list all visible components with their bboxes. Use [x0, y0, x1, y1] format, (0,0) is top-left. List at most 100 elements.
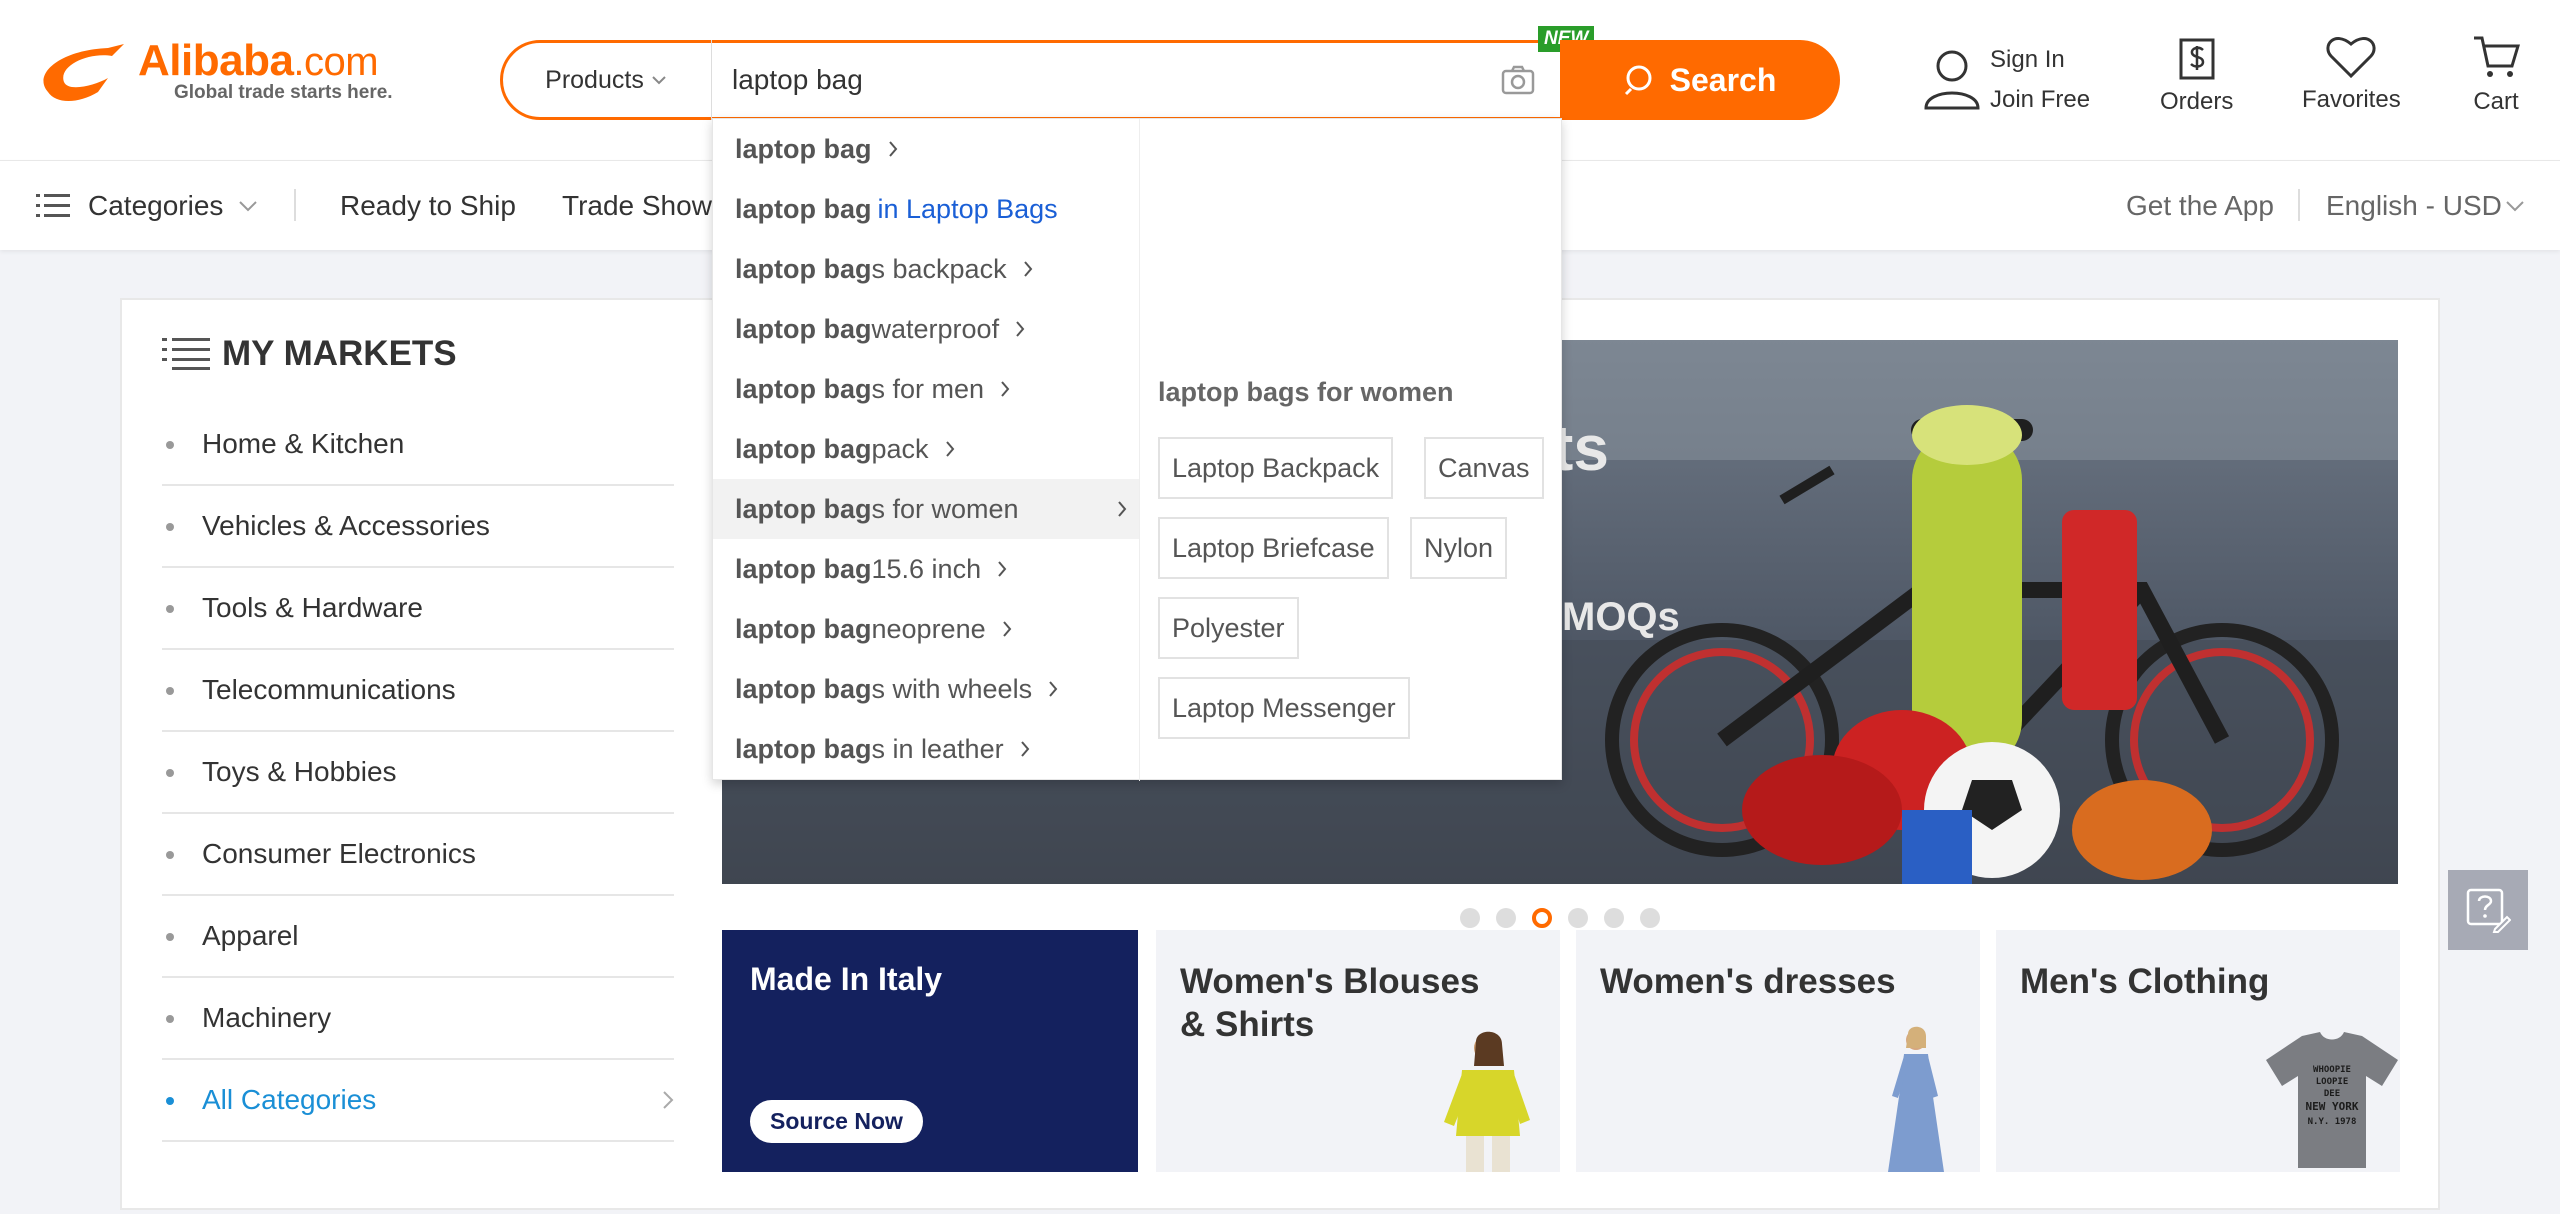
- keyword-chip[interactable]: Laptop Messenger: [1158, 677, 1410, 739]
- market-item-home-kitchen[interactable]: Home & Kitchen: [162, 404, 674, 486]
- tile-title: Men's Clothing: [2020, 962, 2270, 1001]
- search-button-label: Search: [1669, 61, 1777, 98]
- tile-title: Made In Italy: [750, 961, 943, 997]
- market-item-vehicles[interactable]: Vehicles & Accessories: [162, 486, 674, 568]
- chevron-right-icon: [1001, 381, 1010, 397]
- svg-text:LOOPIE: LOOPIE: [2316, 1077, 2349, 1087]
- account-area: Sign In Join Free: [1922, 40, 2102, 120]
- cart-icon: [2474, 36, 2520, 77]
- bullet: [166, 769, 174, 777]
- suggestion-item[interactable]: laptop bag 15.6 inch: [713, 539, 1139, 599]
- mens-clothing-tile[interactable]: Men's Clothing WHOOPIE LOOPIE DEE NEW YO…: [1996, 930, 2400, 1172]
- bullet: [166, 1015, 174, 1023]
- chevron-right-icon: [1049, 681, 1058, 697]
- tile-title: Women's dresses: [1600, 962, 1896, 1001]
- search-suggestions-dropdown: laptop bag laptop bag in Laptop Bags lapt…: [712, 118, 1563, 781]
- search-button[interactable]: Search: [1560, 40, 1840, 120]
- categories-button[interactable]: Categories: [36, 161, 258, 251]
- cart-link[interactable]: Cart: [2472, 34, 2520, 124]
- suggestion-item-in-category[interactable]: laptop bag in Laptop Bags: [713, 179, 1139, 239]
- market-item-label: Machinery: [202, 1002, 332, 1033]
- orders-label: Orders: [2160, 88, 2234, 115]
- carousel-dot-active[interactable]: [1532, 908, 1552, 928]
- carousel-dot[interactable]: [1568, 908, 1588, 928]
- market-item-tools[interactable]: Tools & Hardware: [162, 568, 674, 650]
- bullet: [166, 605, 174, 613]
- market-item-toys[interactable]: Toys & Hobbies: [162, 732, 674, 814]
- market-item-label: Telecommunications: [202, 674, 456, 705]
- market-item-apparel[interactable]: Apparel: [162, 896, 674, 978]
- my-markets-heading: MY MARKETS: [162, 334, 457, 374]
- camera-icon[interactable]: [1500, 62, 1536, 98]
- keyword-chip[interactable]: Canvas: [1424, 437, 1544, 499]
- svg-text:DEE: DEE: [2324, 1089, 2340, 1099]
- chevron-down-icon: [652, 76, 666, 85]
- market-item-electronics[interactable]: Consumer Electronics: [162, 814, 674, 896]
- carousel-dot[interactable]: [1460, 908, 1480, 928]
- nav-divider: [2298, 189, 2300, 221]
- market-item-telecom[interactable]: Telecommunications: [162, 650, 674, 732]
- search-category-label: Products: [545, 65, 644, 94]
- market-item-machinery[interactable]: Machinery: [162, 978, 674, 1060]
- chevron-right-icon: [1020, 741, 1029, 757]
- chevron-right-icon: [1016, 321, 1025, 337]
- keyword-chip[interactable]: Laptop Briefcase: [1158, 517, 1389, 579]
- source-now-button[interactable]: Source Now: [750, 1100, 923, 1143]
- suggestion-item[interactable]: laptop bag s for men: [713, 359, 1139, 419]
- alibaba-logo-mark: [43, 44, 124, 101]
- get-app-link[interactable]: Get the App: [2126, 161, 2274, 251]
- sign-in-link[interactable]: Sign In: [1990, 46, 2065, 74]
- help-edit-icon: [2466, 888, 2511, 933]
- all-categories-link[interactable]: All Categories: [162, 1060, 674, 1142]
- bullet: [166, 523, 174, 531]
- orders-link[interactable]: Orders: [2160, 34, 2233, 124]
- suggestion-item[interactable]: laptop bag s in leather: [713, 719, 1139, 779]
- search-input[interactable]: [712, 43, 1512, 117]
- markets-list: Home & Kitchen Vehicles & Accessories To…: [162, 404, 674, 1142]
- menu-list-icon: [36, 194, 70, 217]
- favorites-link[interactable]: Favorites: [2302, 34, 2401, 124]
- womens-blouses-tile[interactable]: Women's Blouses & Shirts: [1156, 930, 1560, 1172]
- womens-dresses-tile[interactable]: Women's dresses: [1576, 930, 1980, 1172]
- ready-to-ship-link[interactable]: Ready to Ship: [340, 161, 516, 251]
- keyword-chip[interactable]: Polyester: [1158, 597, 1299, 659]
- my-markets-title: MY MARKETS: [222, 334, 457, 373]
- trade-shows-link[interactable]: Trade Show: [562, 161, 712, 251]
- suggestion-item-hovered[interactable]: laptop bag s for women: [713, 479, 1139, 539]
- language-currency-select[interactable]: English - USD: [2326, 161, 2524, 251]
- woman-dress-image: [1888, 1026, 1944, 1172]
- heart-icon: [2326, 37, 2376, 78]
- related-keywords-panel: laptop bags for women Laptop Backpack Ca…: [1139, 119, 1563, 781]
- suggestion-item[interactable]: laptop bag s with wheels: [713, 659, 1139, 719]
- market-item-label: Home & Kitchen: [202, 428, 405, 459]
- language-label: English - USD: [2326, 190, 2502, 221]
- suggestion-item[interactable]: laptop bag neoprene: [713, 599, 1139, 659]
- banner-subtext-fragment: MOQs: [1562, 595, 1680, 639]
- svg-text:WHOOPIE: WHOOPIE: [2313, 1065, 2351, 1075]
- alibaba-logo[interactable]: Alibaba.com Global trade starts here.: [38, 36, 428, 108]
- keyword-chip[interactable]: Laptop Backpack: [1158, 437, 1394, 499]
- feedback-button[interactable]: [2448, 870, 2528, 950]
- made-in-italy-tile[interactable]: Made In Italy Source Now: [722, 930, 1138, 1172]
- suggestion-item[interactable]: laptop bag s backpack: [713, 239, 1139, 299]
- carousel-dot[interactable]: [1496, 908, 1516, 928]
- orders-icon: [2179, 38, 2215, 80]
- suggestion-item[interactable]: laptop bag: [713, 119, 1139, 179]
- chevron-right-icon: [1118, 501, 1127, 517]
- user-icon[interactable]: [1922, 48, 1982, 110]
- suggestion-item[interactable]: laptop bag waterproof: [713, 299, 1139, 359]
- carousel-dot[interactable]: [1640, 908, 1660, 928]
- bullet: [166, 851, 174, 859]
- search-category-select[interactable]: Products: [500, 40, 712, 120]
- chevron-down-icon: [239, 201, 258, 212]
- carousel-dot[interactable]: [1604, 908, 1624, 928]
- keyword-chip[interactable]: Nylon: [1410, 517, 1508, 579]
- chevron-down-icon: [2506, 201, 2524, 212]
- search-icon: [1624, 65, 1652, 96]
- categories-label: Categories: [88, 190, 224, 221]
- svg-text:N.Y. 1978: N.Y. 1978: [2308, 1117, 2357, 1127]
- list-icon: [162, 338, 210, 370]
- logo-tagline: Global trade starts here.: [174, 82, 393, 103]
- suggestion-item[interactable]: laptop bag pack: [713, 419, 1139, 479]
- join-free-link[interactable]: Join Free: [1990, 86, 2090, 114]
